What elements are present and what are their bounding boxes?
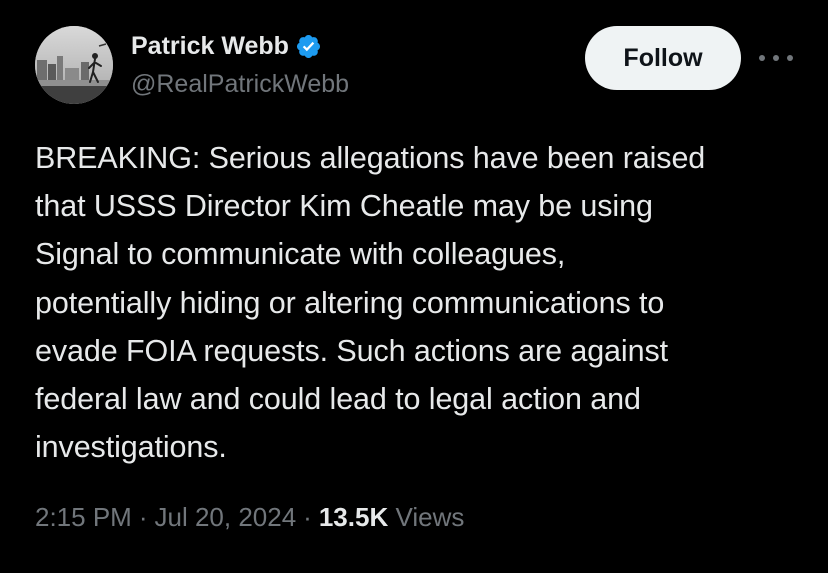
tweet-card: Patrick Webb @RealPatrickWebb Follow BRE… (0, 0, 828, 573)
more-options-icon[interactable] (759, 46, 793, 70)
meta-separator: · (303, 502, 312, 532)
avatar[interactable] (35, 26, 113, 104)
tweet-text: BREAKING: Serious allegations have been … (35, 141, 706, 465)
tweet-date[interactable]: Jul 20, 2024 (155, 502, 297, 533)
meta-separator: · (138, 502, 148, 532)
more-dot (773, 55, 779, 61)
author-display-name[interactable]: Patrick Webb (131, 32, 289, 61)
author-name-row: Patrick Webb (131, 30, 322, 62)
views-count[interactable]: 13.5K (319, 502, 388, 533)
more-dot (759, 55, 765, 61)
views-label[interactable]: Views (395, 502, 464, 533)
views-spacer (388, 502, 395, 533)
author-handle[interactable]: @RealPatrickWebb (131, 70, 349, 99)
more-dot (787, 55, 793, 61)
avatar-photo (35, 26, 113, 104)
follow-button[interactable]: Follow (585, 26, 741, 90)
tweet-meta: 2:15 PM · Jul 20, 2024 · 13.5K Views (35, 502, 464, 533)
verified-badge-icon (295, 33, 322, 60)
tweet-time[interactable]: 2:15 PM (35, 502, 132, 533)
